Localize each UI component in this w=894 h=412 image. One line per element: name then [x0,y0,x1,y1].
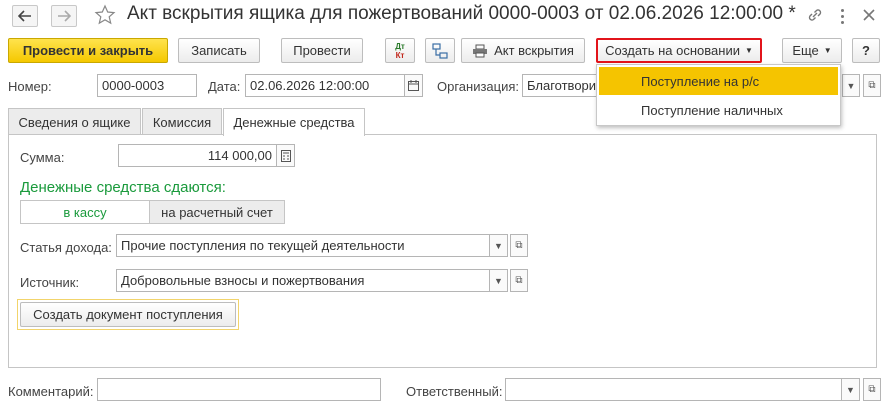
tab-box-info[interactable]: Сведения о ящике [8,108,141,135]
chevron-down-icon: ▼ [494,240,503,251]
page-title: Акт вскрытия ящика для пожертвований 000… [127,3,796,24]
responsible-dropdown-button[interactable]: ▼ [842,378,860,401]
close-button[interactable] [860,6,880,26]
post-and-close-button[interactable]: Провести и закрыть [8,38,168,63]
source-dropdown-button[interactable]: ▼ [490,269,508,292]
arrow-right-icon [58,10,71,22]
organization-dropdown-button[interactable]: ▼ [842,74,860,97]
calendar-icon [408,80,419,91]
source-open-button[interactable]: ⧉ [510,269,528,292]
comment-field[interactable] [97,378,381,401]
link-icon [808,9,822,21]
dt-kt-button[interactable]: Дт Кт [385,38,415,63]
more-button[interactable]: Еще ▼ [782,38,842,63]
calculator-button[interactable] [277,144,295,167]
organization-field[interactable]: Благотвори [522,74,597,97]
source-field[interactable]: Добровольные взносы и пожертвования [116,269,490,292]
number-field[interactable]: 0000-0003 [97,74,197,97]
open-icon: ⧉ [515,275,523,286]
money-panel: Сумма: 114 000,00 Денежные средства сдаю… [8,134,877,368]
tab-commission[interactable]: Комиссия [142,108,222,135]
star-icon [94,4,116,25]
source-label: Источник: [20,275,80,290]
forward-button[interactable] [51,5,77,27]
income-item-field[interactable]: Прочие поступления по текущей деятельнос… [116,234,490,257]
option-account[interactable]: на расчетный счет [149,200,285,224]
organization-open-button[interactable]: ⧉ [863,74,881,97]
chevron-down-icon: ▼ [846,384,855,395]
responsible-label: Ответственный: [406,384,503,399]
menu-item-receipt-account[interactable]: Поступление на р/с [599,67,838,95]
more-vertical-button[interactable] [834,6,850,26]
chevron-down-icon: ▼ [846,80,856,91]
save-button[interactable]: Записать [178,38,260,63]
chevron-down-icon: ▼ [494,275,503,286]
menu-item-receipt-cash[interactable]: Поступление наличных [599,96,838,124]
help-button[interactable]: ? [852,38,880,63]
number-label: Номер: [8,79,52,94]
create-based-on-menu: Поступление на р/с Поступление наличных [596,64,841,126]
income-item-label: Статья дохода: [20,240,112,255]
post-button[interactable]: Провести [281,38,363,63]
open-icon: ⧉ [868,80,876,91]
option-cash[interactable]: в кассу [20,200,150,224]
structure-button[interactable] [425,38,455,63]
calendar-button[interactable] [405,74,423,97]
print-act-label: Акт вскрытия [494,43,574,58]
link-button[interactable] [806,6,826,26]
create-receipt-document-button[interactable]: Создать документ поступления [20,302,236,327]
arrow-left-icon [18,10,31,22]
date-label: Дата: [208,79,241,94]
more-label: Еще [792,43,819,58]
back-button[interactable] [12,5,38,27]
create-based-on-label: Создать на основании [605,43,740,58]
favorite-button[interactable] [94,4,116,26]
more-vertical-icon [840,8,844,24]
chevron-down-icon: ▼ [823,46,832,55]
income-item-dropdown-button[interactable]: ▼ [490,234,508,257]
date-field[interactable]: 02.06.2026 12:00:00 [245,74,405,97]
open-icon: ⧉ [868,384,876,395]
close-icon [863,9,875,21]
sum-label: Сумма: [20,150,65,165]
comment-label: Комментарий: [8,384,94,399]
print-act-button[interactable]: Акт вскрытия [461,38,585,63]
kt-label: Кт [395,50,405,60]
printer-icon [473,44,488,57]
create-based-on-button[interactable]: Создать на основании ▼ [596,38,762,63]
sum-field[interactable]: 114 000,00 [118,144,277,167]
dt-label: Дт [395,41,405,51]
tab-money[interactable]: Денежные средства [223,108,365,136]
calculator-icon [280,149,291,162]
open-icon: ⧉ [515,240,523,251]
organization-label: Организация: [437,79,520,94]
chevron-down-icon: ▼ [744,46,753,55]
income-item-open-button[interactable]: ⧉ [510,234,528,257]
money-heading: Денежные средства сдаются: [20,179,226,196]
responsible-open-button[interactable]: ⧉ [863,378,881,401]
responsible-field[interactable] [505,378,842,401]
hierarchy-icon [432,42,448,59]
